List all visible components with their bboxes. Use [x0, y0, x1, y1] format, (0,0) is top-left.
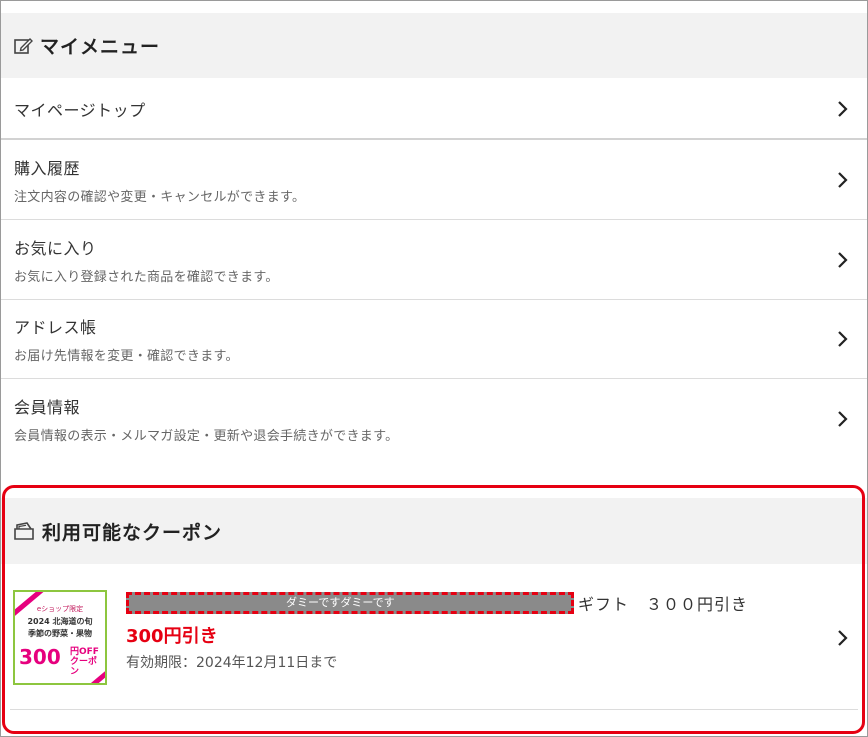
menu-item-label: 会員情報 — [14, 397, 81, 417]
divider — [10, 709, 858, 710]
menu-item-label: アドレス帳 — [14, 318, 97, 337]
chevron-right-icon — [827, 410, 857, 428]
menu-item-label: 購入履歴 — [14, 159, 81, 178]
coupons-title: 利用可能なクーポン — [42, 521, 223, 544]
redacted-dummy-text: ダミーですダミーです — [286, 596, 395, 609]
menu-item-description: お気に入り登録された商品を確認できます。 — [14, 269, 279, 285]
my-menu-title: マイメニュー — [40, 36, 161, 58]
divider — [1, 138, 867, 140]
chevron-right-icon — [827, 330, 857, 348]
coupon-icon — [13, 521, 35, 541]
chevron-right-icon — [827, 251, 857, 269]
menu-item-description: 注文内容の確認や変更・キャンセルができます。 — [14, 190, 306, 205]
thumb-season: 季節の野菜・果物 — [28, 629, 92, 638]
chevron-right-icon — [827, 100, 857, 118]
menu-item-mypage-top[interactable]: マイページトップ — [1, 80, 867, 138]
chevron-right-icon — [827, 171, 857, 189]
thumb-amount: 300 — [19, 645, 61, 669]
coupon-discount: 300円引き — [126, 626, 218, 647]
chevron-right-icon — [827, 629, 857, 647]
edit-note-icon — [13, 36, 33, 56]
menu-item-purchase-history[interactable]: 購入履歴 注文内容の確認や変更・キャンセルができます。 — [1, 141, 867, 219]
coupon-name-text: ギフト ３００円引き — [578, 595, 749, 614]
menu-item-member-info[interactable]: 会員情報 会員情報の表示・メルマガ設定・更新や退会手続きができます。 — [1, 379, 867, 458]
menu-item-description: お届け先情報を変更・確認できます。 — [14, 349, 239, 364]
redacted-block: ダミーですダミーです — [126, 592, 574, 614]
thumb-tag: eショップ限定 — [36, 605, 84, 613]
menu-item-description: 会員情報の表示・メルマガ設定・更新や退会手続きができます。 — [14, 428, 399, 444]
thumb-unit-line1: 円OFF — [70, 647, 99, 657]
menu-item-label: マイページトップ — [14, 101, 146, 120]
coupon-expiry: 有効期限：2024年12月11日まで — [126, 655, 338, 671]
coupons-header: 利用可能なクーポン — [1, 498, 867, 564]
thumb-year: 2024 北海道の旬 — [27, 617, 93, 626]
my-menu-header: マイメニュー — [1, 13, 867, 78]
thumb-unit-line2: クーポン — [70, 657, 98, 677]
menu-item-label: お気に入り — [14, 238, 97, 258]
thumb-unit: 円OFF クーポン — [70, 647, 105, 677]
menu-item-favorites[interactable]: お気に入り お気に入り登録された商品を確認できます。 — [1, 220, 867, 299]
coupon-name: ダミーですダミーです ギフト ３００円引き — [126, 592, 748, 614]
coupon-thumbnail: eショップ限定 2024 北海道の旬 季節の野菜・果物 300 円OFF クーポ… — [13, 590, 107, 685]
menu-item-address-book[interactable]: アドレス帳 お届け先情報を変更・確認できます。 — [1, 300, 867, 378]
